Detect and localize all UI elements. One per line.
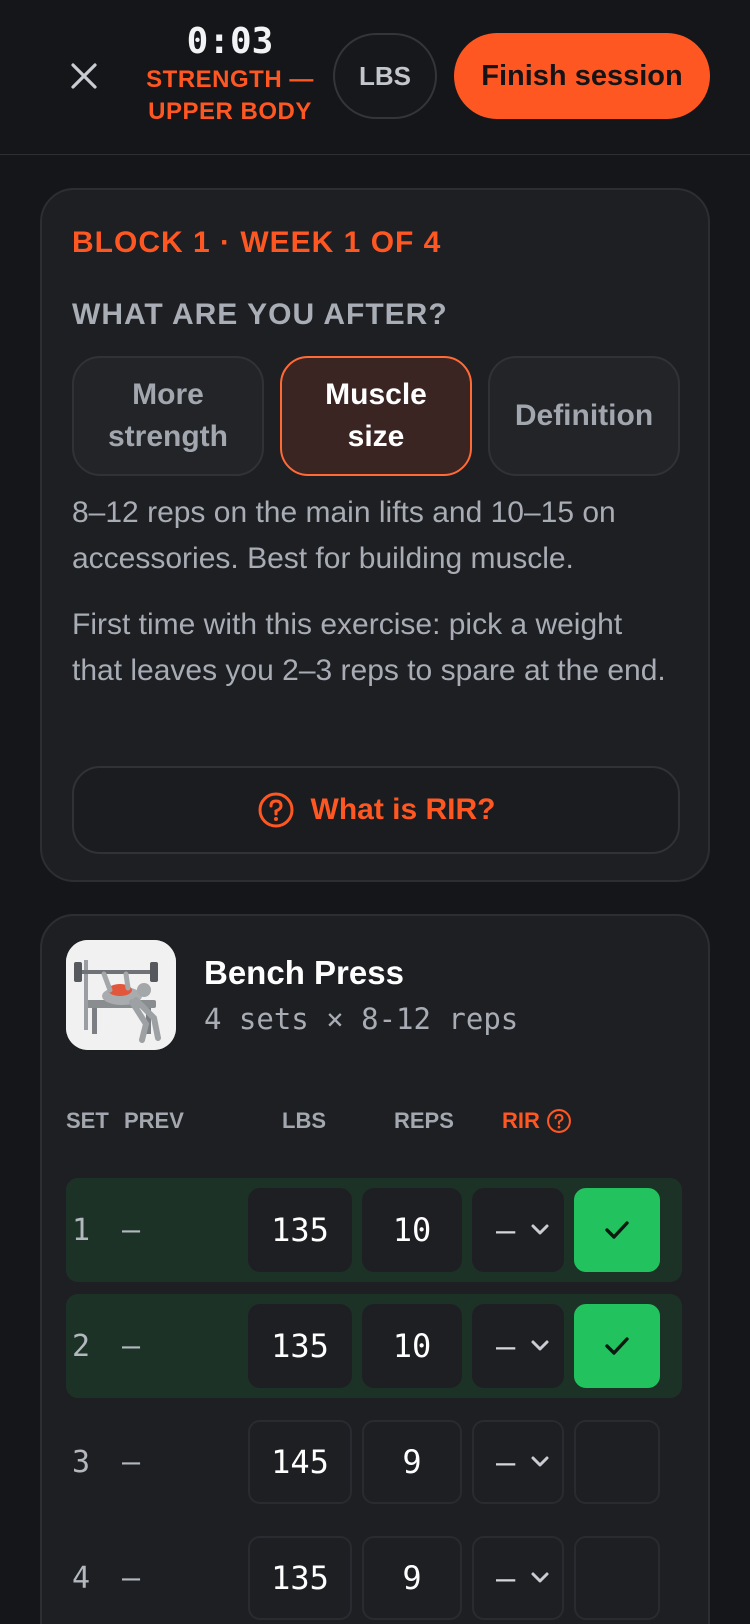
column-header-rir-label: RIR	[502, 1108, 540, 1133]
complete-set-button[interactable]	[574, 1188, 660, 1272]
reps-input[interactable]: 9	[362, 1420, 462, 1504]
set-number: 3	[72, 1444, 91, 1480]
exercise-name: Bench Press	[204, 954, 404, 991]
rir-select[interactable]: –	[472, 1536, 564, 1620]
what-is-rir-label: What is RIR?	[310, 793, 496, 826]
chevron-down-icon	[531, 1572, 549, 1583]
exercise-meta: 4 sets × 8-12 reps	[204, 1002, 519, 1036]
column-header-lbs: LBS	[282, 1108, 326, 1133]
column-header-prev: PREV	[124, 1108, 184, 1133]
close-icon	[71, 63, 97, 89]
workout-name-line-1: STRENGTH —	[146, 66, 314, 93]
chevron-down-icon	[531, 1224, 549, 1235]
check-icon	[605, 1337, 629, 1355]
program-card: BLOCK 1 · WEEK 1 OF 4 WHAT ARE YOU AFTER…	[40, 188, 710, 882]
what-is-rir-button[interactable]: What is RIR?	[72, 766, 680, 854]
goal-description: 8–12 reps on the main lifts and 10–15 on…	[72, 496, 616, 575]
bench-press-illustration	[66, 940, 176, 1050]
chevron-down-icon	[531, 1456, 549, 1467]
session-info: 0:03 STRENGTH — UPPER BODY	[140, 20, 320, 128]
rir-select[interactable]: –	[472, 1188, 564, 1272]
finish-session-button[interactable]: Finish session	[454, 33, 710, 119]
set-previous: –	[122, 1212, 141, 1248]
set-previous: –	[122, 1328, 141, 1364]
set-number: 2	[72, 1328, 91, 1364]
complete-set-button[interactable]	[574, 1420, 660, 1504]
reps-input[interactable]: 10	[362, 1188, 462, 1272]
complete-set-button[interactable]	[574, 1304, 660, 1388]
chevron-down-icon	[531, 1340, 549, 1351]
set-row-2: 2 – 135 10 –	[66, 1294, 682, 1398]
complete-set-button[interactable]	[574, 1536, 660, 1620]
workout-name-line-2: UPPER BODY	[148, 98, 312, 125]
weight-input[interactable]: 145	[248, 1420, 352, 1504]
close-button[interactable]	[62, 54, 106, 98]
reps-input[interactable]: 9	[362, 1536, 462, 1620]
first-time-tip: First time with this exercise: pick a we…	[72, 608, 666, 687]
weight-input[interactable]: 135	[248, 1536, 352, 1620]
rir-select[interactable]: –	[472, 1420, 564, 1504]
set-number: 4	[72, 1560, 91, 1596]
column-header-set: SET	[66, 1108, 109, 1133]
rir-select[interactable]: –	[472, 1304, 564, 1388]
help-circle-icon	[258, 792, 293, 828]
goal-option-definition[interactable]: Definition	[488, 356, 680, 476]
set-row-3: 3 – 145 9 –	[66, 1410, 682, 1514]
top-bar: 0:03 STRENGTH — UPPER BODY LBS Finish se…	[0, 0, 750, 155]
goal-option-strength[interactable]: More strength	[72, 356, 264, 476]
rir-value: –	[496, 1559, 516, 1597]
set-previous: –	[122, 1560, 141, 1596]
help-circle-icon	[546, 1109, 571, 1133]
weight-input[interactable]: 135	[248, 1304, 352, 1388]
rir-value: –	[496, 1327, 516, 1365]
set-previous: –	[122, 1444, 141, 1480]
column-header-rir[interactable]: RIR	[502, 1108, 572, 1134]
block-week-label: BLOCK 1 · WEEK 1 OF 4	[72, 226, 442, 259]
exercise-thumbnail[interactable]	[66, 940, 176, 1050]
set-number: 1	[72, 1212, 91, 1248]
session-timer: 0:03	[186, 21, 274, 62]
column-header-reps: REPS	[394, 1108, 454, 1133]
unit-toggle-button[interactable]: LBS	[333, 33, 437, 119]
set-row-1: 1 – 135 10 –	[66, 1178, 682, 1282]
check-icon	[605, 1221, 629, 1239]
weight-input[interactable]: 135	[248, 1188, 352, 1272]
rir-value: –	[496, 1443, 516, 1481]
set-row-4: 4 – 135 9 –	[66, 1526, 682, 1624]
goal-question: WHAT ARE YOU AFTER?	[72, 298, 448, 331]
goal-option-muscle-size[interactable]: Muscle size	[280, 356, 472, 476]
exercise-card: Bench Press 4 sets × 8-12 reps SET PREV …	[40, 914, 710, 1624]
reps-input[interactable]: 10	[362, 1304, 462, 1388]
rir-value: –	[496, 1211, 516, 1249]
